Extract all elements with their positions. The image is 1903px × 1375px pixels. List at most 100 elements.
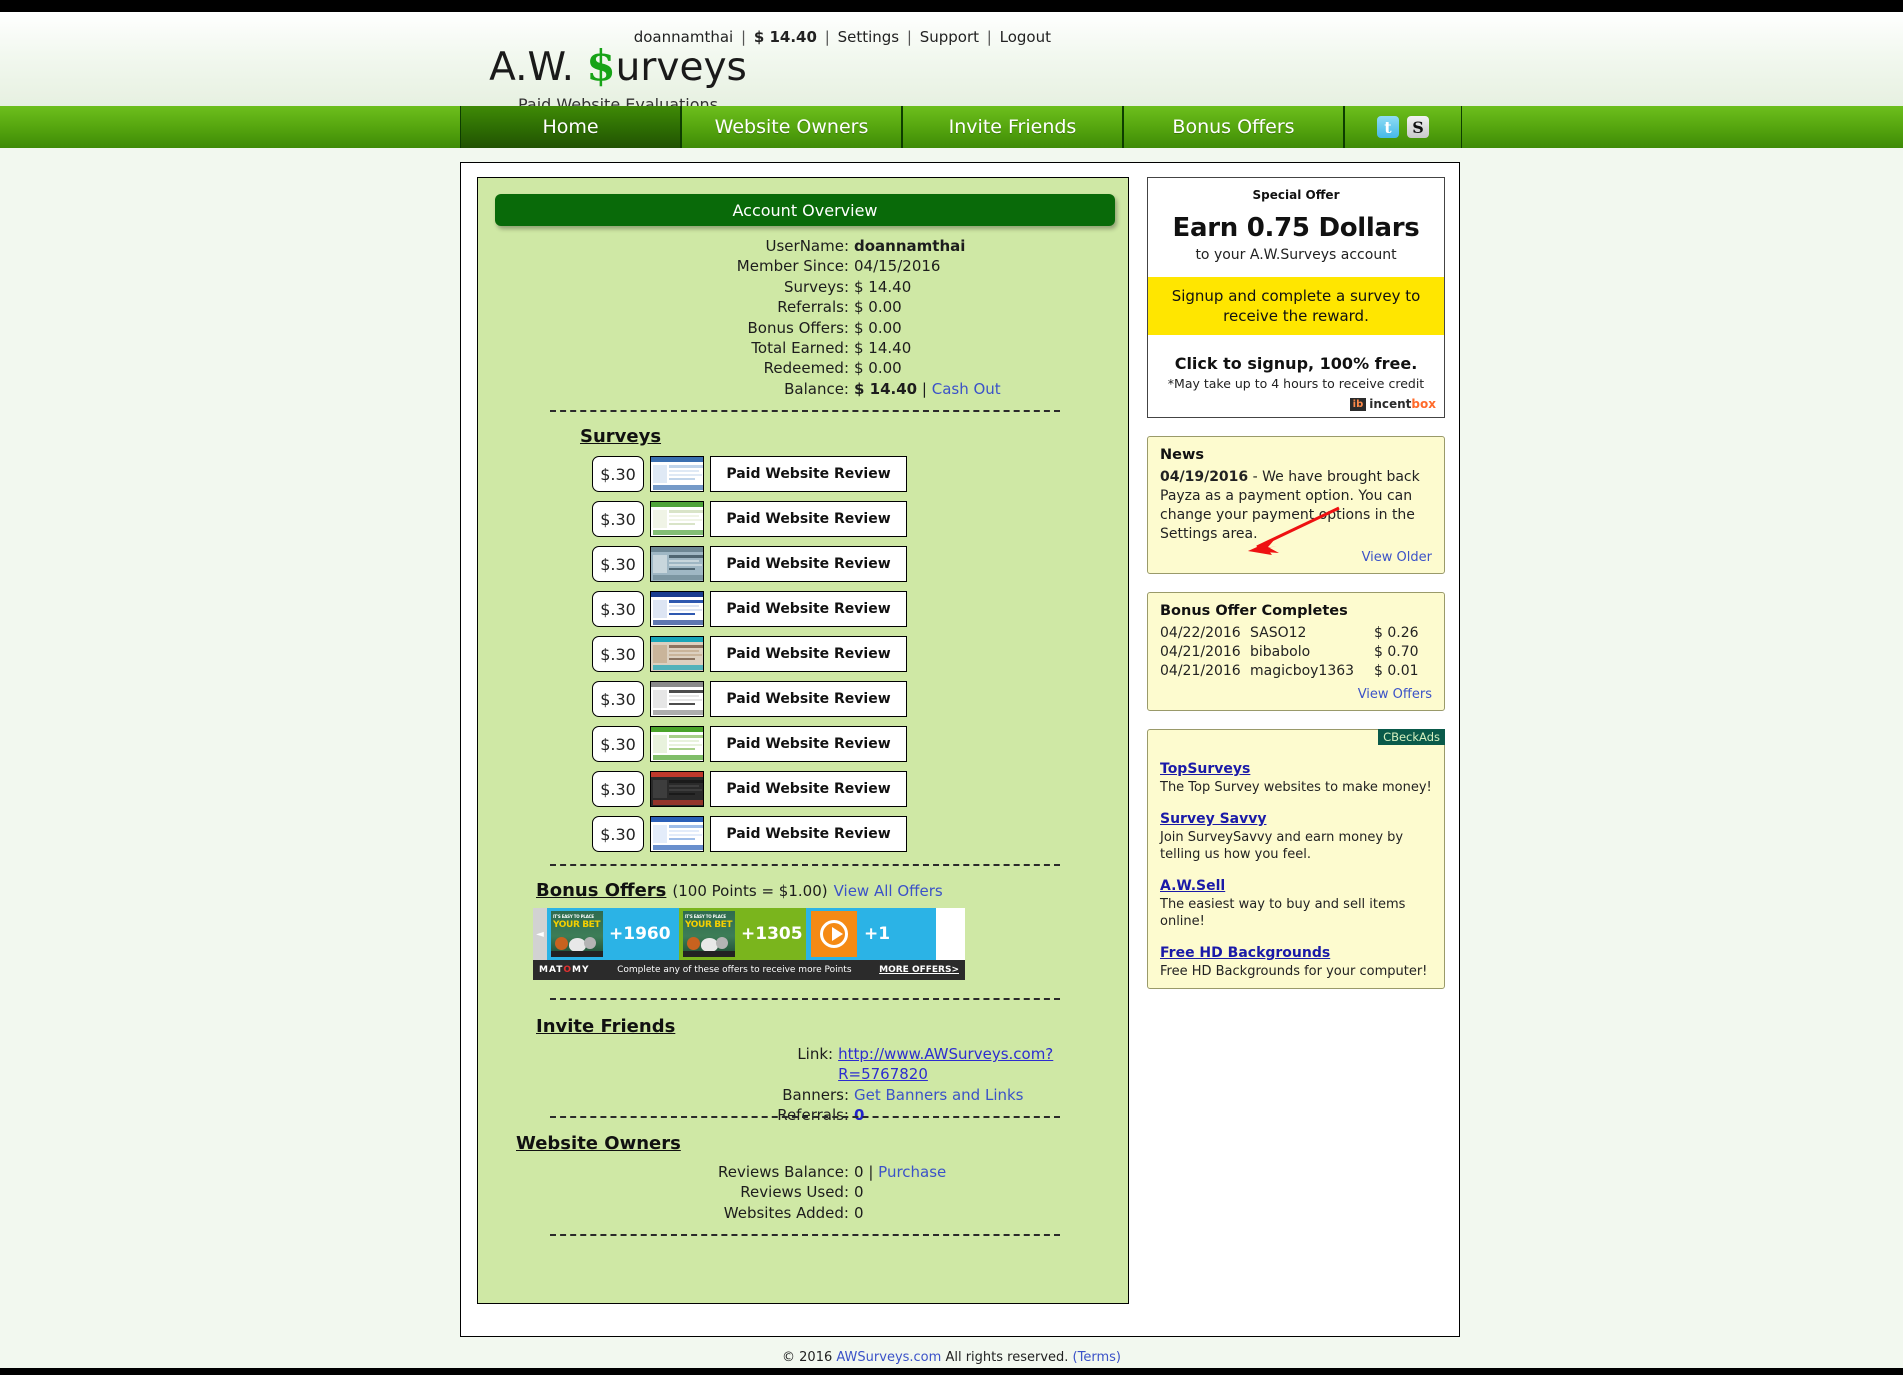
offer-art-2: IT'S EASY TO PLACE YOUR BET williamhill.…: [683, 911, 735, 957]
survey-take-button[interactable]: Paid Website Review: [710, 816, 907, 852]
support-link[interactable]: Support: [920, 28, 979, 46]
bonus-complete-name: SASO12: [1250, 625, 1307, 641]
page-root: doannamthai | $ 14.40 | Settings | Suppo…: [0, 0, 1903, 1375]
label-reviews-used: Reviews Used:: [740, 1183, 849, 1202]
bonus-complete-name: magicboy1363: [1250, 663, 1355, 679]
footer-terms-link[interactable]: (Terms): [1073, 1350, 1121, 1365]
survey-price-button[interactable]: $.30: [592, 771, 644, 807]
nav-item-website-owners[interactable]: Website Owners: [681, 106, 902, 148]
label-balance: Balance:: [784, 379, 849, 398]
sidebar: Special Offer Earn 0.75 Dollars to your …: [1147, 177, 1445, 1007]
survey-take-button[interactable]: Paid Website Review: [710, 501, 907, 537]
news-date: 04/19/2016: [1160, 469, 1249, 485]
nav-item-invite-friends[interactable]: Invite Friends: [902, 106, 1123, 148]
survey-thumbnail[interactable]: [650, 456, 704, 492]
bonus-offer-banner[interactable]: ◄ IT'S EASY TO PLACE YOUR BET williamhil…: [533, 908, 965, 980]
divider-after-overview: [550, 410, 1060, 412]
nav-item-bonus-offers[interactable]: Bonus Offers: [1123, 106, 1344, 148]
row-surveys: Surveys: $ 14.40: [478, 277, 1130, 297]
view-all-offers-link[interactable]: View All Offers: [834, 882, 943, 900]
survey-price-button[interactable]: $.30: [592, 636, 644, 672]
survey-thumbnail[interactable]: [650, 636, 704, 672]
ad-title-link[interactable]: Survey Savvy: [1160, 811, 1266, 827]
special-offer-sub: to your A.W.Surveys account: [1195, 247, 1397, 263]
survey-take-button[interactable]: Paid Website Review: [710, 456, 907, 492]
survey-thumbnail[interactable]: [650, 591, 704, 627]
label-websites-added: Websites Added:: [723, 1203, 849, 1222]
survey-price-button[interactable]: $.30: [592, 726, 644, 762]
survey-price-button[interactable]: $.30: [592, 546, 644, 582]
view-older-news-link[interactable]: View Older: [1362, 550, 1432, 565]
survey-take-button[interactable]: Paid Website Review: [710, 726, 907, 762]
news-body: 04/19/2016 - We have brought back Payza …: [1160, 468, 1432, 544]
survey-thumbnail[interactable]: [650, 816, 704, 852]
survey-thumbnail[interactable]: [650, 546, 704, 582]
banner-tile-2[interactable]: IT'S EASY TO PLACE YOUR BET williamhill.…: [679, 908, 806, 960]
matomy-logo-a: MAT: [539, 965, 564, 975]
survey-thumbnail[interactable]: [650, 501, 704, 537]
survey-thumbnail[interactable]: [650, 726, 704, 762]
news-actions: View Older: [1160, 546, 1432, 565]
banner-tile-3[interactable]: +1: [806, 908, 936, 960]
balance-sep: |: [921, 379, 927, 398]
survey-price-button[interactable]: $.30: [592, 816, 644, 852]
ad-title-link[interactable]: TopSurveys: [1160, 761, 1250, 777]
incentbox-logo: ib incentbox: [1156, 397, 1436, 411]
twitter-icon[interactable]: t: [1377, 116, 1399, 138]
referral-link[interactable]: http://www.AWSurveys.com?R=5767820: [838, 1045, 1053, 1083]
row-websites-added: Websites Added: 0: [478, 1203, 1130, 1223]
more-offers-link[interactable]: MORE OFFERS>: [879, 965, 959, 975]
bonus-completes-actions: View Offers: [1160, 683, 1432, 702]
divider-bottom: [550, 1234, 1060, 1236]
survey-price-button[interactable]: $.30: [592, 681, 644, 717]
ad-item: A.W.Sell The easiest way to buy and sell …: [1160, 875, 1432, 930]
survey-take-button[interactable]: Paid Website Review: [710, 636, 907, 672]
survey-thumbnail[interactable]: [650, 681, 704, 717]
label-member-since: Member Since:: [736, 257, 849, 276]
main-panel: Account Overview UserName: doannamthai M…: [477, 177, 1129, 1304]
settings-link[interactable]: Settings: [838, 28, 900, 46]
survey-take-button[interactable]: Paid Website Review: [710, 771, 907, 807]
logout-link[interactable]: Logout: [1000, 28, 1051, 46]
row-redeemed: Redeemed: $ 0.00: [478, 358, 1130, 378]
ad-title-link[interactable]: Free HD Backgrounds: [1160, 945, 1330, 961]
get-banners-link[interactable]: Get Banners and Links: [854, 1086, 1024, 1104]
survey-price-button[interactable]: $.30: [592, 591, 644, 627]
special-offer-callout: Signup and complete a survey to receive …: [1148, 277, 1444, 335]
bonus-complete-amount: $ 0.26: [1374, 625, 1419, 641]
content-container: Account Overview UserName: doannamthai M…: [460, 162, 1460, 1337]
special-offer-headline: Earn 0.75 Dollars: [1172, 213, 1420, 243]
bonus-complete-amount: $ 0.01: [1374, 663, 1419, 679]
survey-take-button[interactable]: Paid Website Review: [710, 681, 907, 717]
banner-prev-arrow-icon[interactable]: ◄: [533, 908, 547, 960]
skype-icon[interactable]: S: [1407, 116, 1429, 138]
ad-description: The easiest way to buy and sell items on…: [1160, 897, 1406, 929]
bonus-complete-row: 04/22/2016 SASO12 $ 0.26: [1160, 624, 1432, 643]
view-offers-link[interactable]: View Offers: [1358, 687, 1432, 702]
nav-left-spacer: [0, 106, 460, 148]
survey-take-button[interactable]: Paid Website Review: [710, 591, 907, 627]
row-invite-banners: Banners: Get Banners and Links: [478, 1085, 1130, 1105]
banner-tile-1[interactable]: IT'S EASY TO PLACE YOUR BET williamhill.…: [547, 908, 679, 960]
cash-out-link[interactable]: Cash Out: [932, 380, 1001, 398]
value-username: doannamthai: [854, 237, 966, 255]
survey-take-button[interactable]: Paid Website Review: [710, 546, 907, 582]
ad-title-link[interactable]: A.W.Sell: [1160, 878, 1225, 894]
special-offer-cta[interactable]: Click to signup, 100% free.: [1156, 354, 1436, 373]
survey-thumbnail[interactable]: [650, 771, 704, 807]
row-reviews-used: Reviews Used: 0: [478, 1182, 1130, 1202]
survey-price-button[interactable]: $.30: [592, 501, 644, 537]
footer-site-link[interactable]: AWSurveys.com: [836, 1350, 941, 1365]
reviews-balance-sep: |: [868, 1163, 874, 1181]
survey-row: $.30 Paid Website Review: [478, 636, 1130, 672]
survey-price-button[interactable]: $.30: [592, 456, 644, 492]
special-offer-card[interactable]: Special Offer Earn 0.75 Dollars to your …: [1147, 177, 1445, 418]
banner-tiles: ◄ IT'S EASY TO PLACE YOUR BET williamhil…: [533, 908, 965, 960]
row-total-earned: Total Earned: $ 14.40: [478, 338, 1130, 358]
row-invite-link: Link: http://www.AWSurveys.com?R=5767820: [478, 1044, 1130, 1085]
survey-row: $.30 Paid Website Review: [478, 501, 1130, 537]
nav-item-home[interactable]: Home: [460, 106, 681, 148]
site-logo[interactable]: A.W. $urveys Paid Website Evaluations: [468, 44, 768, 115]
purchase-link[interactable]: Purchase: [878, 1163, 946, 1181]
label-reviews-balance: Reviews Balance:: [718, 1163, 849, 1181]
